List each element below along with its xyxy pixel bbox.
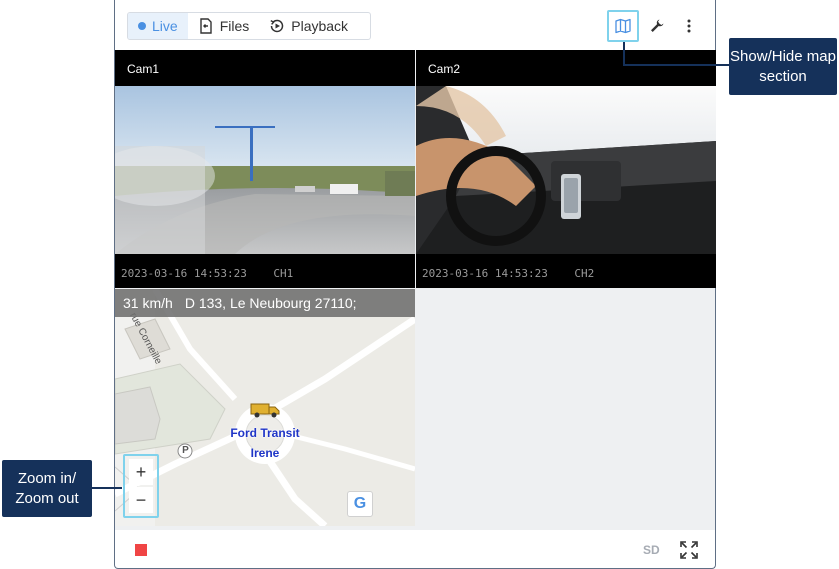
camera-title: Cam1: [127, 62, 160, 76]
camera-feed-image: [416, 86, 716, 254]
google-maps-button[interactable]: G: [347, 491, 373, 517]
camera-tile-1[interactable]: Cam1 2023-03-16 14:53:23 CH1: [115, 50, 415, 288]
camera-timestamp: 2023-03-16 14:53:23 CH1: [121, 267, 294, 280]
video-grid: Cam1 2023-03-16 14:53:23 CH1 Cam2 2023-0…: [115, 50, 716, 530]
vehicle-speed: 31 km/h: [123, 295, 173, 311]
tab-files[interactable]: Files: [188, 13, 260, 39]
quality-toggle[interactable]: SD: [643, 543, 660, 557]
more-vertical-icon: [687, 19, 691, 33]
video-monitor-window: Live Files Playback Cam1 2023-03-16 14:5…: [114, 0, 716, 569]
tab-playback-label: Playback: [291, 18, 349, 34]
tab-files-label: Files: [219, 18, 250, 34]
callout-map-toggle: Show/Hide map section: [729, 38, 837, 95]
camera-timestamp: 2023-03-16 14:53:23 CH2: [422, 267, 595, 280]
zoom-out-button[interactable]: −: [129, 487, 153, 513]
vehicle-info-bar: 31 km/h D 133, Le Neubourg 27110;: [115, 289, 415, 317]
map-icon: [615, 18, 631, 34]
camera-feed-image: [115, 86, 415, 254]
playback-icon: [270, 19, 284, 33]
callout-map-toggle-text: Show/Hide map section: [730, 47, 836, 85]
map-toggle-button[interactable]: [607, 10, 639, 42]
parking-icon: P: [182, 445, 189, 456]
tab-live[interactable]: Live: [128, 13, 188, 39]
fullscreen-icon[interactable]: [680, 541, 698, 559]
record-stop-button[interactable]: [135, 544, 147, 556]
tab-live-label: Live: [152, 18, 178, 34]
more-options-button[interactable]: [673, 10, 705, 42]
vehicle-name-label: Ford Transit Irene: [225, 426, 305, 460]
settings-button[interactable]: [641, 10, 673, 42]
callout-connector-map: [623, 42, 625, 66]
callout-connector-map-horizontal: [623, 64, 729, 66]
zoom-in-button[interactable]: +: [129, 459, 153, 485]
map-section[interactable]: P rue Corneille 31 km/h D 133, Le Neubou…: [115, 289, 415, 526]
bottom-bar: SD: [115, 530, 715, 568]
wrench-icon: [651, 19, 664, 32]
live-dot-icon: [138, 22, 146, 30]
truck-icon[interactable]: [249, 401, 281, 419]
callout-connector-zoom: [92, 487, 122, 489]
callout-zoom-text: Zoom in/ Zoom out: [15, 469, 79, 507]
camera-title: Cam2: [428, 62, 461, 76]
camera-tile-2[interactable]: Cam2 2023-03-16 14:53:23 CH2: [416, 50, 716, 288]
zoom-controls: + −: [123, 454, 159, 518]
tab-playback[interactable]: Playback: [259, 13, 358, 39]
vehicle-name: Ford Transit: [230, 426, 300, 440]
driver-name: Irene: [250, 446, 280, 460]
file-icon: [199, 18, 212, 34]
view-tabs: Live Files Playback: [127, 12, 371, 40]
vehicle-address: D 133, Le Neubourg 27110;: [184, 295, 357, 311]
toolbar: Live Files Playback: [115, 0, 715, 50]
callout-zoom: Zoom in/ Zoom out: [2, 460, 92, 517]
